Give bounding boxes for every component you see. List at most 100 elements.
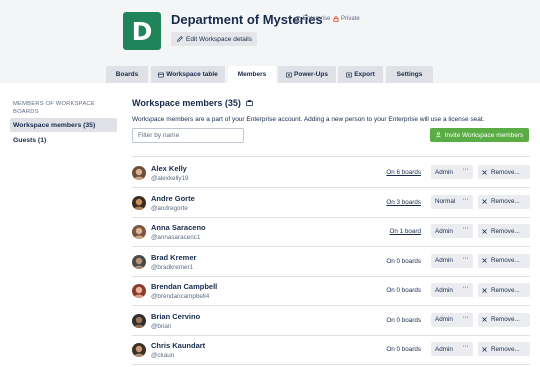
remove-member-label: Remove...: [491, 227, 520, 235]
remove-member-label: Remove...: [491, 345, 520, 353]
member-role-label: Admin: [435, 316, 453, 323]
tab-export[interactable]: Export: [338, 66, 383, 83]
remove-member-button[interactable]: Remove...: [478, 224, 530, 238]
sidebar-item-label: Guests (1): [13, 136, 47, 144]
member-boards-count: On 0 boards: [386, 316, 421, 324]
tab-workspace-table[interactable]: Workspace table: [151, 66, 225, 83]
tab-members-label: Members: [237, 71, 267, 78]
member-role-button[interactable]: Normal ···: [431, 194, 473, 209]
power-up-icon: [286, 72, 293, 77]
member-role-label: Admin: [435, 345, 453, 353]
member-boards-count[interactable]: On 6 boards: [386, 169, 421, 176]
remove-member-button[interactable]: Remove...: [478, 165, 530, 179]
members-description: Workspace members are a part of your Ent…: [132, 116, 485, 123]
avatar-photo: [132, 284, 146, 298]
avatar[interactable]: [132, 225, 146, 239]
member-role-label: Admin: [435, 286, 453, 294]
member-role-label: Admin: [435, 257, 453, 264]
filter-by-name-input[interactable]: [132, 128, 244, 143]
member-row: Brad Kremer @bradkremer1 On 0 boards Admin ·…: [130, 247, 530, 276]
member-role-button[interactable]: Admin ···: [431, 342, 473, 356]
member-row: Andre Gorte @andregorte On 3 boards Normal ·…: [130, 188, 530, 217]
more-icon: ···: [462, 166, 469, 173]
avatar-photo: [132, 254, 146, 269]
pencil-icon: [177, 36, 183, 42]
remove-member-button[interactable]: Remove...: [478, 342, 530, 356]
members-title-text: Workspace members (35): [132, 98, 241, 108]
avatar[interactable]: [132, 166, 146, 180]
member-boards-count: On 0 boards: [386, 346, 421, 353]
member-row: Chris Kaundart @ckaun On 0 boards Admin ··· R…: [130, 335, 530, 364]
member-role-label: Admin: [435, 227, 453, 235]
remove-member-label: Remove...: [491, 316, 520, 323]
export-icon: [346, 72, 353, 77]
tab-boards-label: Boards: [115, 71, 139, 78]
close-icon: [482, 258, 487, 263]
more-icon: ···: [462, 254, 469, 262]
remove-member-button[interactable]: Remove...: [478, 194, 530, 209]
close-icon: [482, 287, 487, 293]
sidebar-item-guests[interactable]: Guests (1): [10, 133, 117, 147]
more-icon: ···: [462, 225, 469, 232]
avatar[interactable]: [132, 313, 146, 328]
tab-settings[interactable]: Settings: [386, 66, 433, 83]
member-row: Alex Kelly @alexkelly19 On 6 boards Admin ··…: [130, 158, 530, 187]
member-username: @brian: [151, 322, 172, 330]
enterprise-icon: [245, 100, 253, 106]
member-name: Anna Saraceno: [151, 223, 206, 232]
remove-member-label: Remove...: [491, 257, 520, 264]
close-icon: [482, 199, 487, 204]
member-username: @andregorte: [151, 204, 188, 212]
divider: [132, 156, 530, 157]
tab-power-ups-label: Power-Ups: [294, 71, 328, 78]
remove-member-button[interactable]: Remove...: [478, 283, 530, 297]
member-role-label: Admin: [435, 168, 453, 176]
remove-member-label: Remove...: [491, 286, 520, 294]
member-name: Alex Kelly: [151, 164, 187, 173]
tab-workspace-table-label: Workspace table: [166, 71, 218, 78]
member-boards-count: On 0 boards: [386, 287, 421, 294]
member-role-button[interactable]: Admin ···: [431, 312, 473, 327]
sidebar-item-workspace-members[interactable]: Workspace members (35): [10, 118, 117, 132]
avatar-photo: [132, 313, 146, 328]
member-role-button[interactable]: Admin ···: [431, 253, 473, 268]
invite-members-button[interactable]: Invite Workspace members: [430, 128, 529, 142]
avatar-photo: [132, 343, 146, 357]
member-boards-count[interactable]: On 1 board: [389, 228, 421, 235]
avatar-photo: [132, 166, 146, 180]
member-role-button[interactable]: Admin ···: [431, 283, 473, 297]
more-icon: ···: [462, 343, 469, 350]
member-row: Brendan Campbell @brendancampbell4 On 0 bo…: [130, 276, 530, 305]
add-person-icon: [435, 132, 441, 138]
edit-workspace-button[interactable]: Edit Workspace details: [171, 32, 257, 46]
avatar[interactable]: [132, 195, 146, 210]
member-username: @alexkelly19: [151, 175, 189, 182]
avatar[interactable]: [132, 284, 146, 298]
close-icon: [482, 317, 487, 322]
enterprise-badge: Enterprise: [295, 16, 330, 22]
more-icon: ···: [462, 284, 469, 291]
member-username: @brendancampbell4: [151, 293, 210, 300]
more-icon: ···: [462, 195, 469, 203]
tab-boards[interactable]: Boards: [106, 66, 148, 83]
enterprise-icon: [295, 16, 301, 22]
tab-power-ups[interactable]: Power-Ups: [278, 66, 336, 83]
remove-member-label: Remove...: [491, 198, 520, 205]
close-icon: [482, 228, 487, 234]
remove-member-button[interactable]: Remove...: [478, 253, 530, 268]
more-icon: ···: [462, 313, 469, 321]
remove-member-label: Remove...: [491, 168, 520, 176]
remove-member-button[interactable]: Remove...: [478, 312, 530, 327]
member-name: Brian Cervino: [151, 311, 201, 321]
member-role-button[interactable]: Admin ···: [431, 165, 473, 179]
avatar[interactable]: [132, 254, 146, 269]
enterprise-badge-label: Enterprise: [303, 16, 331, 22]
edit-workspace-label: Edit Workspace details: [186, 35, 252, 43]
avatar[interactable]: [132, 343, 146, 357]
sidebar-heading: MEMBERS OF WORKSPACE BOARDS: [13, 101, 95, 115]
member-name: Andre Gorte: [151, 193, 195, 203]
workspace-logo: D: [123, 12, 161, 50]
tab-members[interactable]: Members: [228, 66, 276, 83]
member-role-button[interactable]: Admin ···: [431, 224, 473, 238]
member-boards-count[interactable]: On 3 boards: [386, 199, 421, 206]
